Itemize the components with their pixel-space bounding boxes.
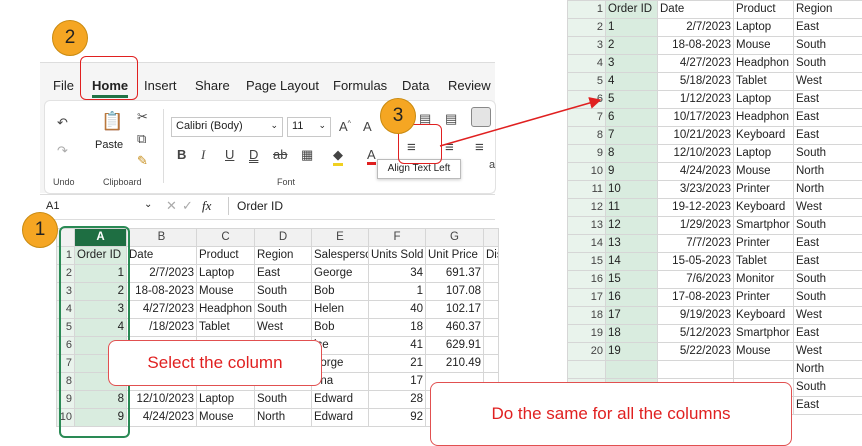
arrow-layer xyxy=(0,0,862,445)
annotation-arrow xyxy=(440,100,600,146)
